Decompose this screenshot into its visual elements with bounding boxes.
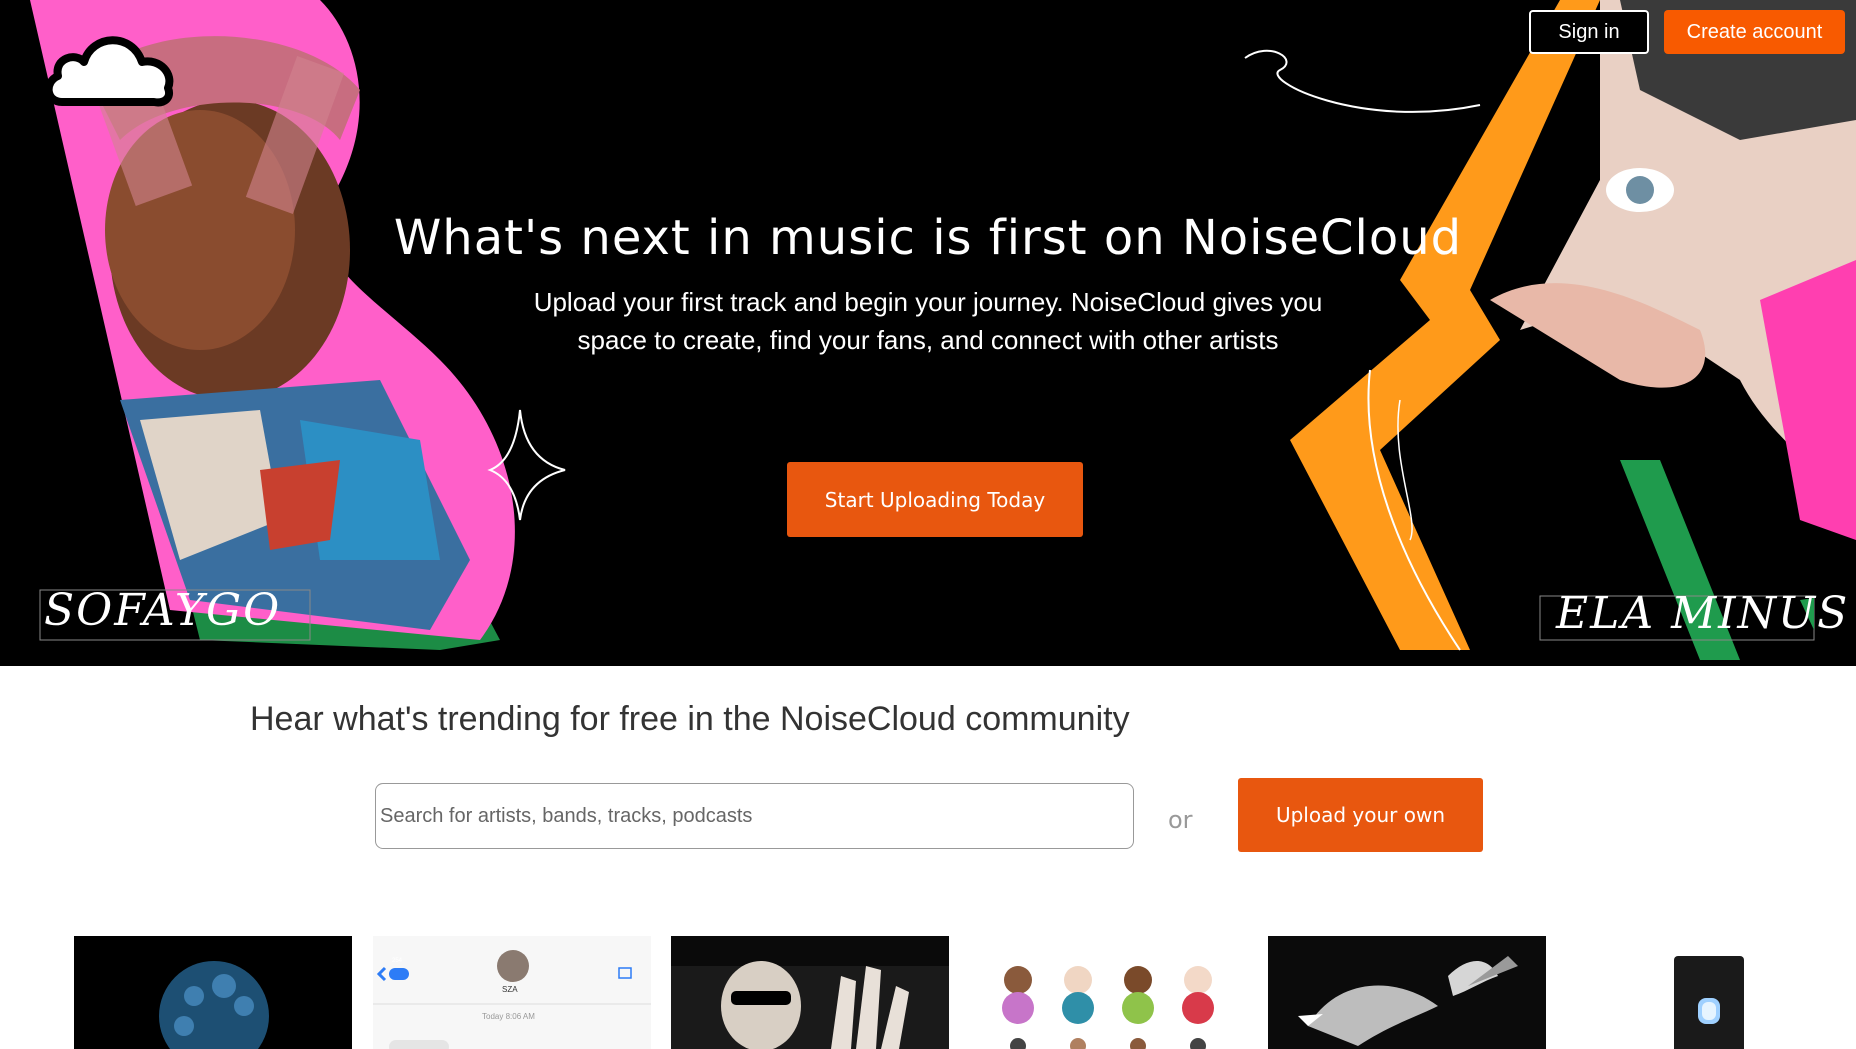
artist-signature-left: SOFAYGO [44,585,282,636]
create-account-button[interactable]: Create account [1664,10,1845,54]
upload-your-own-button[interactable]: Upload your own [1238,778,1483,852]
chat-time: Today 8:06 AM [482,1012,535,1021]
cloud-icon[interactable] [40,22,176,112]
start-uploading-button[interactable]: Start Uploading Today [787,462,1083,537]
album-cover-wolf-bird-icon[interactable] [1268,936,1546,1049]
album-cover-sunglasses-hand-icon[interactable] [671,936,949,1049]
sign-in-button[interactable]: Sign in [1529,10,1649,54]
chat-name: SZA [502,985,518,994]
artist-signature-right: ELA MINUS [1556,588,1850,639]
hero-subtitle: Upload your first track and begin your j… [533,287,1323,355]
trending-title: Hear what's trending for free in the Noi… [250,700,1130,738]
album-cover-emoji-grid-icon[interactable] [970,936,1248,1049]
hero-banner: Sign in Create account What's next in mu… [0,0,1856,666]
hero-title: What's next in music is first on NoiseCl… [393,210,1463,266]
album-cover-device-icon[interactable] [1567,936,1845,1049]
album-cover-chat-screenshot-icon[interactable]: 254 SZA Today 8:06 AM [373,936,651,1049]
search-input[interactable] [375,783,1134,849]
album-cover-afro-portrait-icon[interactable] [74,936,352,1049]
chat-badge: 254 [392,958,403,964]
or-label: or [1168,806,1193,834]
